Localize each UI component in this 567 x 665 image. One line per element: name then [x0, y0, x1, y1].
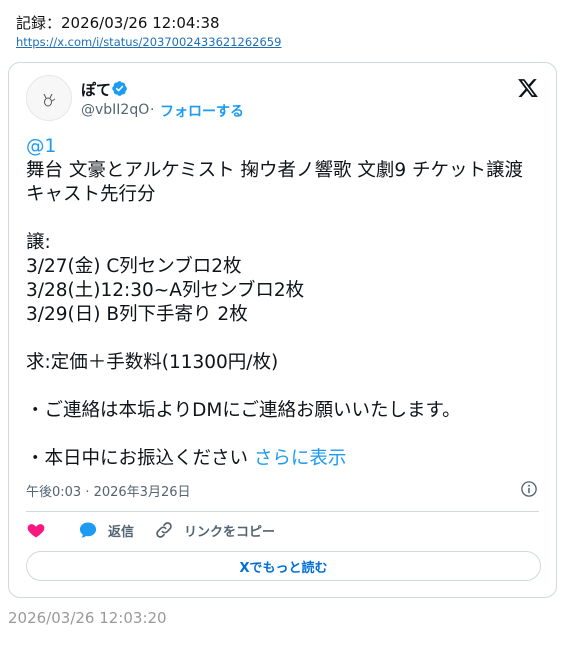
avatar-sketch-icon [27, 76, 71, 120]
tweet-card: ぽて @vbII2qO · フォローする @1 舞台 文豪とアルケミスト 掬ウ者… [8, 62, 557, 598]
like-button[interactable] [26, 520, 46, 540]
reply-button[interactable]: 返信 [78, 520, 134, 540]
tweet-text: @1 舞台 文豪とアルケミスト 掬ウ者ノ響歌 文劇9 チケット譲渡 キャスト先行… [26, 135, 546, 471]
read-more-on-x-button[interactable]: Xでもっと読む [26, 551, 541, 581]
avatar[interactable] [26, 75, 72, 121]
tweet-body-text: 舞台 文豪とアルケミスト 掬ウ者ノ響歌 文劇9 チケット譲渡 キャスト先行分 譲… [26, 160, 524, 469]
link-icon [156, 522, 172, 538]
handle-separator: · [150, 102, 155, 118]
action-bar: 返信 リンクをコピー [26, 519, 275, 541]
heart-icon [27, 524, 45, 538]
verified-badge-icon [112, 81, 128, 96]
copy-link-label: リンクをコピー [184, 524, 276, 540]
reply-label: 返信 [108, 524, 135, 540]
tweet-timestamp[interactable]: 午後0:03 · 2026年3月26日 [26, 481, 191, 500]
follow-button[interactable]: フォローする [160, 101, 244, 121]
show-more-link[interactable]: さらに表示 [254, 448, 347, 469]
mention-link[interactable]: @1 [26, 136, 56, 157]
record-url-link[interactable]: https://x.com/i/status/20370024336212626… [16, 35, 281, 49]
copy-link-button[interactable]: リンクをコピー [154, 520, 275, 540]
author-handle[interactable]: @vbII2qO [81, 102, 149, 118]
divider [26, 511, 539, 512]
record-timestamp: 記録：2026/03/26 12:04:38 [16, 14, 220, 32]
capture-time: 2026/03/26 12:03:20 [8, 609, 167, 627]
reply-bubble-icon [79, 522, 97, 538]
x-logo-icon[interactable] [517, 77, 539, 99]
info-icon[interactable] [520, 480, 538, 498]
author-name[interactable]: ぽて [81, 79, 111, 100]
